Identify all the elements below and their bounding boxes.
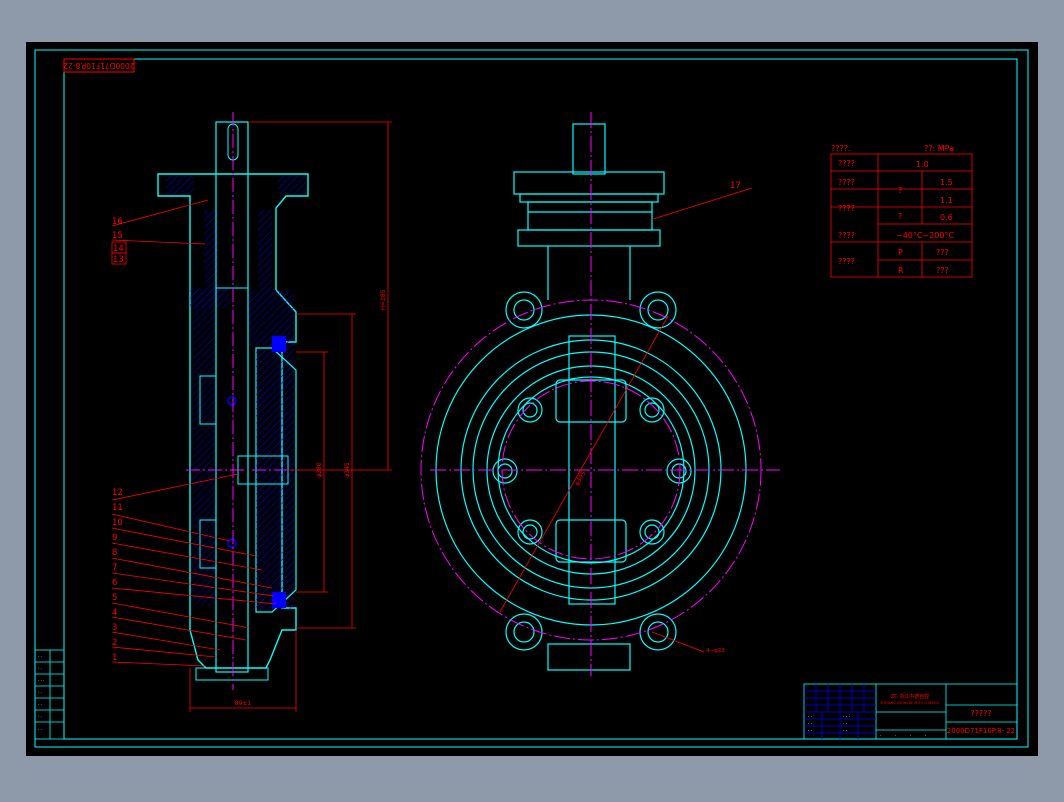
svg-text:· ·: · · <box>808 715 812 720</box>
part-label-12: 12 <box>112 488 123 498</box>
part-label-16: 16 <box>112 217 123 227</box>
spec-row-label-5: ???? <box>838 231 855 240</box>
svg-text:·: · <box>925 734 926 739</box>
spec-row-label-2: ???? <box>838 178 855 187</box>
spec-row-value-1: 1.0 <box>916 160 929 169</box>
part-label-8: 8 <box>112 548 117 558</box>
dim-holes: 4−φ23 <box>706 648 725 654</box>
spec-row-label-4: ???? <box>838 204 855 213</box>
spec-header-right: ??: MPa <box>924 144 954 153</box>
spec-row-sub-6: P <box>898 248 903 257</box>
svg-text:· ·: · · <box>38 714 42 719</box>
dim-height: H=285 <box>380 289 387 310</box>
part-label-5: 5 <box>112 593 117 603</box>
spec-row-sub-2: ? <box>898 186 902 195</box>
part-label-11: 11 <box>112 503 123 513</box>
spec-row-sub-7: R <box>898 266 904 275</box>
company-line-1: ZC 浙江中德自控 <box>891 693 930 700</box>
spec-row-label-6: ???? <box>838 257 855 266</box>
spec-row-value-3: 1.1 <box>940 196 953 205</box>
title-block-code: 2000D71F10P.8- 22 <box>947 727 1016 735</box>
svg-text:· ·: · · <box>38 727 42 732</box>
svg-text:· ·: · · <box>843 729 847 734</box>
spec-row-value-2: 1.5 <box>940 178 953 187</box>
drawing-canvas: 2000D71F10P.8-22 · · · · · · · · · · · · · … <box>26 42 1038 756</box>
spec-header-left: ????. <box>831 144 851 153</box>
spec-row-value-6: ??? <box>936 248 949 257</box>
part-label-1: 1 <box>112 653 117 663</box>
part-label-15: 15 <box>112 231 123 241</box>
spec-row-value-4: 0.6 <box>940 213 953 222</box>
part-label-14: 14 <box>113 244 124 254</box>
drawing-area <box>26 42 1038 756</box>
svg-text:·: · <box>910 734 911 739</box>
part-label-6: 6 <box>112 578 117 588</box>
part-label-13: 13 <box>113 255 124 265</box>
spec-row-label-1: ???? <box>838 159 855 168</box>
spec-row-sub-4: ? <box>898 212 902 221</box>
cad-viewport: 2000D71F10P.8-22 · · · · · · · · · · · · · … <box>0 0 1064 798</box>
dim-bottom-width: 89±1 <box>235 700 252 707</box>
part-label-10: 10 <box>112 518 123 528</box>
svg-text:· ·: · · <box>38 702 42 707</box>
company-line-2: ZHEJIANG ZHONGDE AUTO CONTROL <box>880 701 940 705</box>
rotated-title-code: 2000D71F10P.8-22 <box>63 61 134 70</box>
svg-text:· ·: · · <box>808 729 812 734</box>
part-label-2: 2 <box>112 638 117 648</box>
spec-row-value-7: ??? <box>936 266 949 275</box>
svg-text:· ·: · · <box>38 666 42 671</box>
svg-text:·: · <box>880 734 881 739</box>
part-label-17: 17 <box>730 181 741 191</box>
part-label-9: 9 <box>112 533 117 543</box>
svg-text:· ·: · · <box>38 654 42 659</box>
svg-text:·: · <box>895 734 896 739</box>
svg-text:· ·: · · <box>38 690 42 695</box>
dim-outer-bore: φ345 <box>344 462 351 478</box>
part-label-3: 3 <box>112 623 117 633</box>
title-block-name: ????? <box>970 709 991 718</box>
svg-text:· · ·: · · · <box>38 678 44 683</box>
dim-inner-bore: φ280 <box>316 462 323 478</box>
spec-row-value-5: −40°C∼200°C <box>896 231 954 240</box>
part-label-7: 7 <box>112 563 117 573</box>
svg-text:· · ·: · · · <box>843 715 850 720</box>
svg-text:· ·: · · <box>808 722 812 727</box>
part-label-4: 4 <box>112 608 117 618</box>
svg-text:· ·: · · <box>843 722 847 727</box>
